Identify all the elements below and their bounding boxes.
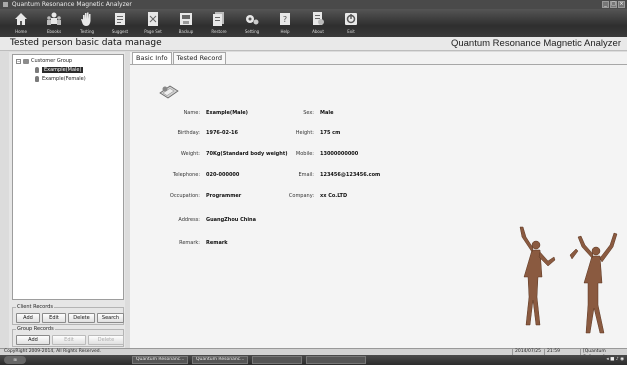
toolbar-about-button[interactable]: About [304, 9, 332, 37]
toolbar-setting-button[interactable]: Setting [238, 9, 266, 37]
system-tray[interactable]: ◂ ■ ♪ ◉ [606, 356, 624, 364]
client-search-button[interactable]: Search [97, 313, 124, 323]
client-edit-button[interactable]: Edit [42, 313, 66, 323]
height-value: 175 cm [320, 130, 341, 136]
remark-value: Remark [206, 240, 228, 246]
taskbar-item-4[interactable] [306, 356, 366, 364]
toolbar-suggest-button[interactable]: Suggest [106, 9, 134, 37]
address-label: Address: [178, 217, 200, 223]
app-icon [3, 2, 8, 7]
person-icon [35, 67, 39, 73]
group-icon [23, 58, 29, 64]
backup-icon [180, 13, 192, 25]
client-delete-button[interactable]: Delete [68, 313, 95, 323]
remark-label: Remark: [179, 240, 200, 246]
group-delete-button[interactable]: Delete [88, 335, 124, 345]
page-title: Tested person basic data manage [10, 38, 162, 48]
user-group-icon [47, 12, 61, 25]
tree-root-customer-group[interactable]: − Customer Group [16, 58, 72, 64]
taskbar-item-2[interactable]: Quantum Resonanc... [192, 356, 248, 364]
tree-item-example-male[interactable]: Example(Male) [35, 67, 84, 73]
birthday-label: Birthday: [177, 130, 200, 136]
collapse-icon[interactable]: − [16, 58, 21, 64]
page-header: Tested person basic data manage Quantum … [0, 37, 627, 51]
address-value: GuangZhou China [206, 217, 256, 223]
toolbar-exit-button[interactable]: Exit [337, 9, 365, 37]
toolbar-testing-button[interactable]: Testing [73, 9, 101, 37]
detail-panel: Basic Info Tested Record Name: Example(M… [130, 52, 627, 348]
sex-value: Male [320, 110, 334, 116]
close-button[interactable]: × [618, 1, 625, 8]
toolbar-backup-button[interactable]: Backup [172, 9, 200, 37]
toolbar-restore-button[interactable]: Restore [205, 9, 233, 37]
page-setup-icon [148, 12, 158, 26]
company-label: Company: [288, 193, 314, 199]
restore-icon [213, 12, 224, 26]
exit-icon [345, 13, 357, 25]
basic-info-panel: Name: Example(Male) Sex: Male Birthday: … [130, 64, 627, 348]
tree-item-example-female[interactable]: Example(Female) [35, 76, 86, 82]
main-toolbar: Home Ebooks Testing Suggest Page Set Bac… [0, 9, 627, 37]
start-button[interactable]: ⊞ [4, 356, 26, 364]
taskbar-item-1[interactable]: Quantum Resonanc... [132, 356, 188, 364]
client-records-group: Client Records Add Edit Delete Search [12, 304, 124, 325]
app-name: Quantum Resonance Magnetic Analyzer [450, 38, 621, 49]
email-label: Email: [298, 172, 314, 178]
customer-tree: − Customer Group Example(Male) Example(F… [12, 54, 124, 300]
toolbar-pageset-button[interactable]: Page Set [139, 9, 167, 37]
group-edit-button[interactable]: Edit [52, 335, 86, 345]
window-title: Quantum Resonance Magnetic Analyzer [11, 1, 132, 8]
minimize-button[interactable]: _ [602, 1, 609, 8]
client-records-title: Client Records [16, 304, 54, 310]
mobile-value: 13000000000 [320, 151, 359, 157]
telephone-label: Telephone: [172, 172, 200, 178]
height-label: Height: [295, 130, 314, 136]
home-icon [15, 13, 27, 25]
gear-icon [246, 15, 259, 25]
name-label: Name: [183, 110, 200, 116]
status-bar: CopyRight 2009-2014, All Rights Reserved… [0, 348, 627, 360]
window-titlebar: Quantum Resonance Magnetic Analyzer _ □ … [0, 0, 627, 9]
left-panel: − Customer Group Example(Male) Example(F… [9, 52, 125, 348]
document-icon [115, 13, 125, 25]
client-add-button[interactable]: Add [16, 313, 40, 323]
weight-label: Weight: [180, 151, 200, 157]
person-icon [35, 76, 39, 82]
maximize-button[interactable]: □ [610, 1, 617, 8]
taskbar-item-3[interactable] [252, 356, 302, 364]
company-value: xx Co.LTD [320, 193, 348, 199]
about-icon [313, 12, 324, 25]
occupation-label: Occupation: [169, 193, 200, 199]
toolbar-help-button[interactable]: ? Help [271, 9, 299, 37]
tab-basic-info[interactable]: Basic Info [132, 52, 172, 64]
os-taskbar: ⊞ Quantum Resonanc... Quantum Resonanc..… [0, 355, 627, 365]
window-controls: _ □ × [602, 1, 625, 8]
svg-text:?: ? [283, 15, 287, 24]
group-add-button[interactable]: Add [16, 335, 50, 345]
toolbar-ebooks-button[interactable]: Ebooks [40, 9, 68, 37]
help-icon: ? [280, 13, 290, 25]
user-card-icon [159, 85, 179, 99]
tab-tested-record[interactable]: Tested Record [172, 52, 227, 64]
email-value: 123456@123456.com [320, 172, 381, 178]
hand-icon [81, 12, 91, 26]
sex-label: Sex: [303, 110, 314, 116]
toolbar-home-button[interactable]: Home [7, 9, 35, 37]
mobile-label: Mobile: [295, 151, 314, 157]
group-records-title: Group Records [16, 326, 55, 332]
group-records-group: Group Records Add Edit Delete [12, 326, 124, 347]
anatomy-figures-image [519, 226, 618, 334]
